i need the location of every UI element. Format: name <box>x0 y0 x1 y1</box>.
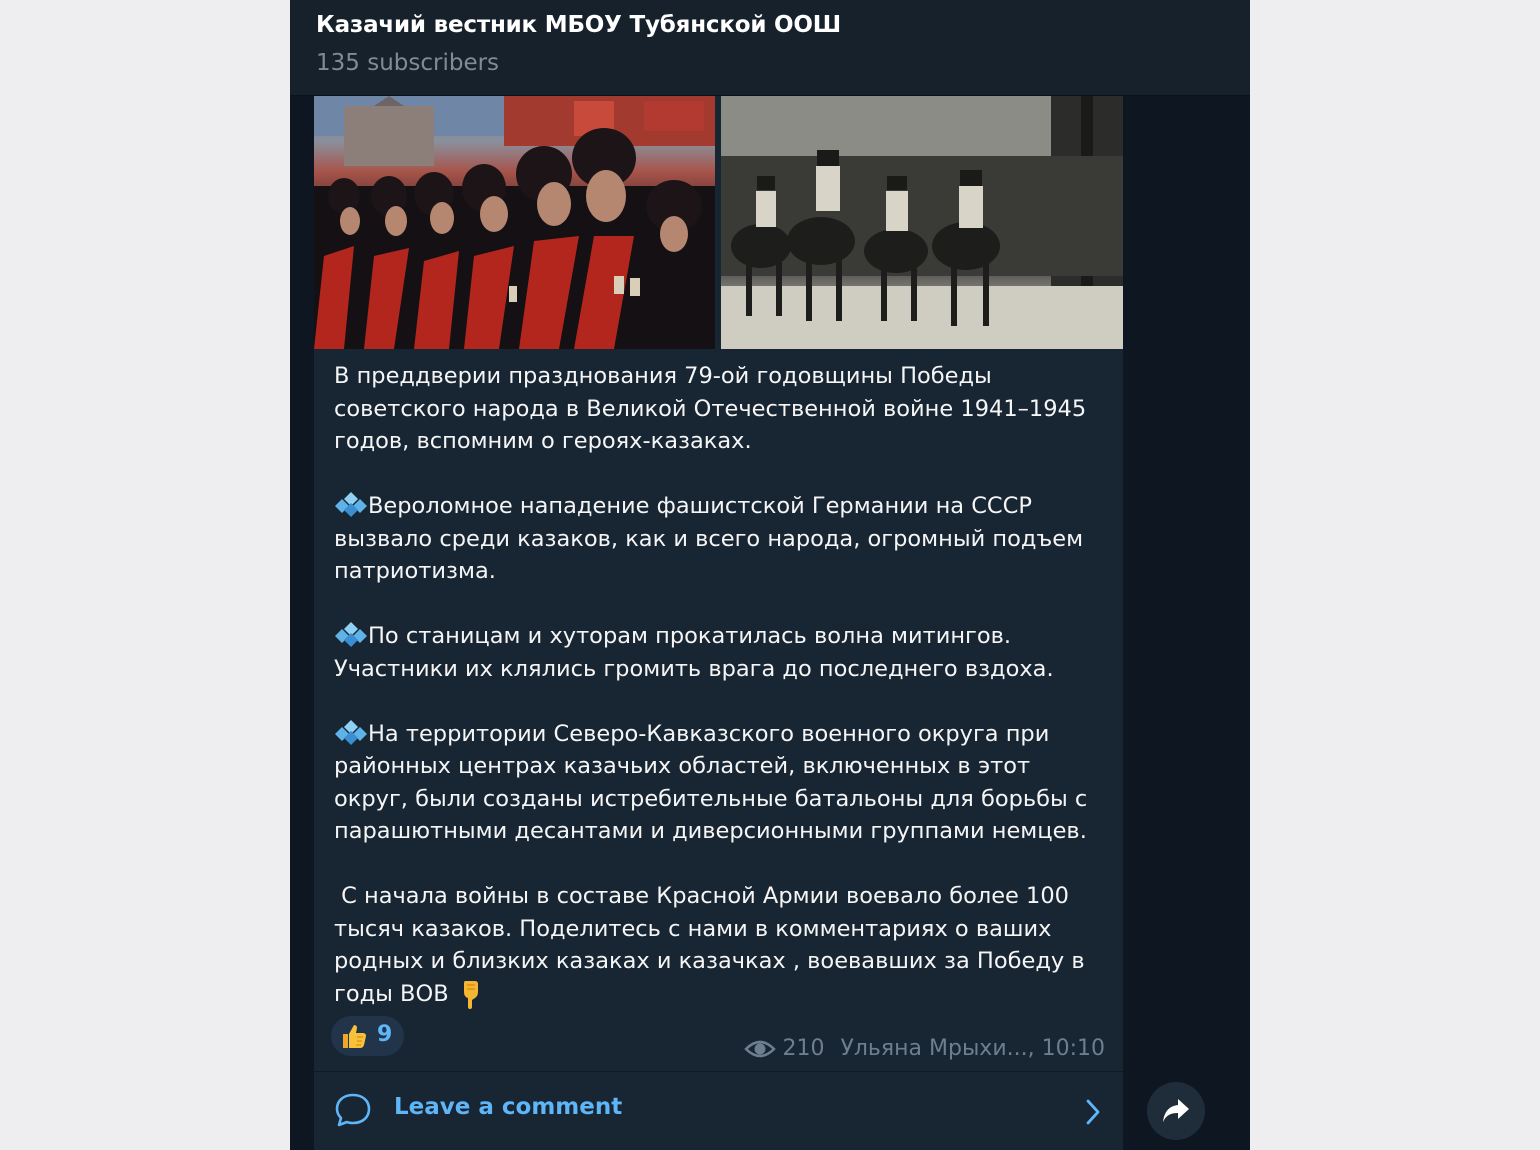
message-paragraph-text: Вероломное нападение фашистской Германии… <box>334 493 1091 584</box>
photo-album <box>314 96 1123 349</box>
message-paragraph: По станицам и хуторам прокатилась волна … <box>334 620 1104 685</box>
telegram-channel-window: Казачий вестник МБОУ Тубянской ООШ 135 s… <box>290 0 1250 1150</box>
cossack-parade-photo[interactable] <box>314 96 715 349</box>
thumbs-up-reaction[interactable]: 9 <box>331 1016 404 1056</box>
message-paragraph: На территории Северо-Кавказского военног… <box>334 718 1104 848</box>
message-paragraph-text: С начала войны в составе Красной Армии в… <box>334 883 1092 1007</box>
message-paragraph-text: На территории Северо-Кавказского военног… <box>334 720 1095 845</box>
channel-header[interactable]: Казачий вестник МБОУ Тубянской ООШ 135 s… <box>290 0 1250 96</box>
cossack-cavalry-photo[interactable] <box>721 96 1123 349</box>
author-timestamp: Ульяна Мрыхи..., 10:10 <box>840 1036 1105 1061</box>
pointing-down-hand-icon <box>463 980 478 1009</box>
diamond-gem-icon <box>335 492 367 517</box>
view-count: 210 <box>782 1036 825 1061</box>
message-text: В преддверии празднования 79-ой годовщин… <box>334 360 1104 1010</box>
message-paragraph: Вероломное нападение фашистской Германии… <box>334 490 1104 588</box>
reaction-count: 9 <box>377 1022 393 1047</box>
diamond-gem-icon <box>335 622 367 647</box>
message-paragraph: С начала войны в составе Красной Армии в… <box>334 880 1104 1010</box>
message-paragraph: В преддверии празднования 79-ой годовщин… <box>334 363 1094 454</box>
subscriber-count: 135 subscribers <box>316 50 500 76</box>
message-bubble: В преддверии празднования 79-ой годовщин… <box>314 96 1123 1150</box>
eye-icon <box>744 1040 777 1057</box>
leave-comment-label: Leave a comment <box>394 1094 623 1120</box>
chevron-right-icon <box>1086 1099 1100 1125</box>
thumbs-up-icon <box>343 1025 366 1048</box>
message-meta: 210 Ульяна Мрыхи..., 10:10 <box>744 1036 1105 1061</box>
forward-button[interactable] <box>1147 1082 1205 1140</box>
channel-title: Казачий вестник МБОУ Тубянской ООШ <box>316 12 841 38</box>
diamond-gem-icon <box>335 719 367 745</box>
comment-bubble-icon <box>335 1093 371 1127</box>
leave-comment-button[interactable]: Leave a comment <box>314 1072 1123 1150</box>
forward-arrow-icon <box>1163 1099 1189 1122</box>
message-paragraph-text: По станицам и хуторам прокатилась волна … <box>334 623 1054 682</box>
